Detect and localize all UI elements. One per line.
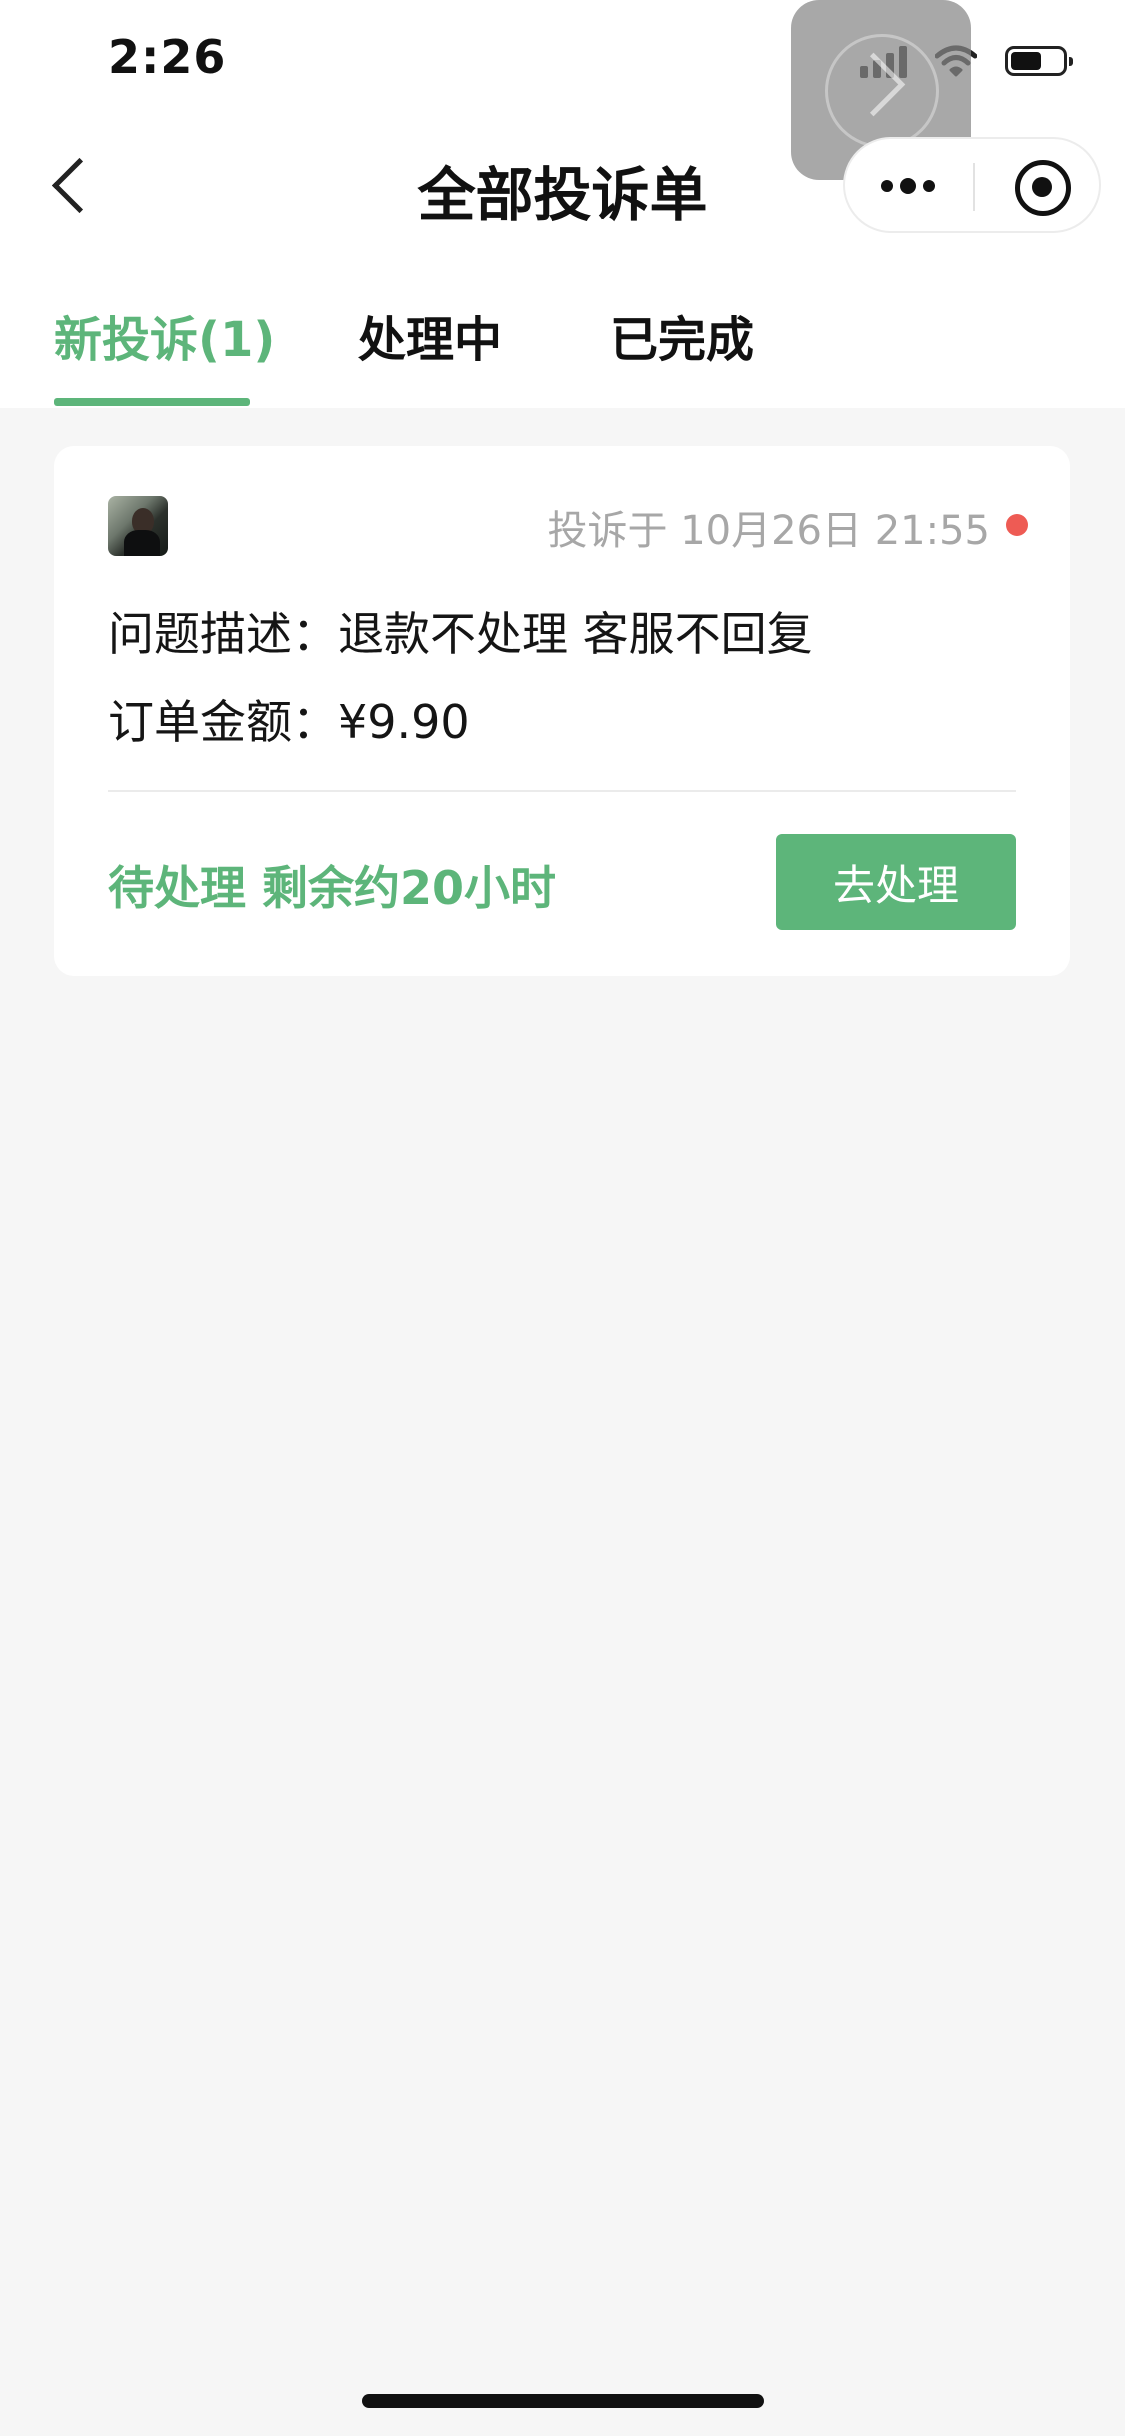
- tab-new-complaints[interactable]: 新投诉(1): [54, 300, 275, 370]
- avatar: [108, 496, 168, 556]
- unread-dot: [1006, 514, 1028, 536]
- tab-bar: 新投诉(1) 处理中 已完成: [0, 290, 1125, 408]
- card-divider: [108, 790, 1016, 792]
- top-header-area: 2:26 全部投诉单 新投诉(1) 处理中 已完成: [0, 0, 1125, 408]
- battery-icon: [1005, 46, 1073, 76]
- status-time: 2:26: [108, 30, 227, 84]
- active-tab-indicator: [54, 398, 250, 406]
- amount-label: 订单金额：: [108, 695, 338, 749]
- home-indicator[interactable]: [362, 2394, 764, 2408]
- status-text: 待处理 剩余约20小时: [108, 861, 557, 915]
- amount-row: 订单金额：¥9.90: [108, 686, 470, 752]
- capsule-divider: [973, 163, 975, 211]
- tab-completed[interactable]: 已完成: [610, 300, 754, 370]
- mini-program-capsule: [843, 137, 1101, 233]
- description-label: 问题描述：: [108, 607, 338, 661]
- battery-level: [1011, 52, 1041, 70]
- handle-button[interactable]: 去处理: [776, 834, 1016, 930]
- complaint-card[interactable]: 投诉于 10月26日 21:55 问题描述：退款不处理 客服不回复 订单金额：¥…: [54, 446, 1070, 976]
- description-value: 退款不处理 客服不回复: [338, 607, 813, 661]
- complaint-time: 投诉于 10月26日 21:55: [547, 508, 991, 554]
- description-row: 问题描述：退款不处理 客服不回复: [108, 598, 813, 664]
- mini-program-close-icon[interactable]: [1015, 160, 1071, 216]
- tab-processing[interactable]: 处理中: [358, 300, 502, 370]
- more-dots-icon[interactable]: [881, 175, 951, 197]
- amount-value: ¥9.90: [338, 695, 470, 749]
